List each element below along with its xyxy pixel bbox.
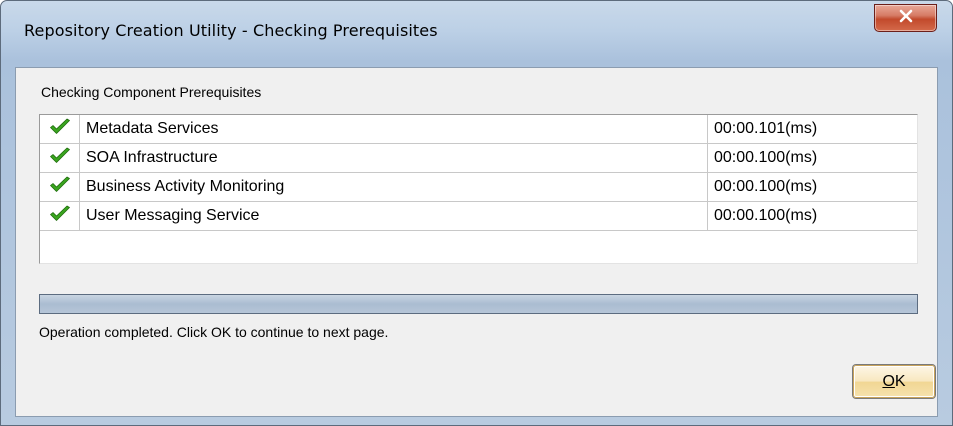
status-cell [40, 144, 80, 173]
status-cell [40, 173, 80, 202]
table-row[interactable]: Metadata Services 00:00.101(ms) [40, 115, 917, 144]
section-label: Checking Component Prerequisites [41, 84, 262, 100]
green-checkmark-icon [49, 147, 71, 170]
table-row[interactable]: Business Activity Monitoring 00:00.100(m… [40, 173, 917, 202]
ok-button[interactable]: OK [853, 365, 935, 398]
ok-label-rest: K [894, 372, 906, 390]
green-checkmark-icon [49, 176, 71, 199]
components-table: Metadata Services 00:00.101(ms) SOA Infr… [39, 114, 918, 264]
dialog-window: Repository Creation Utility - Checking P… [0, 0, 953, 426]
component-time: 00:00.101(ms) [707, 115, 917, 144]
component-name: Business Activity Monitoring [86, 178, 285, 195]
component-name: Metadata Services [86, 120, 219, 137]
window-title: Repository Creation Utility - Checking P… [24, 21, 438, 40]
green-checkmark-icon [49, 118, 71, 141]
status-cell [40, 202, 80, 231]
component-name: User Messaging Service [86, 207, 260, 224]
component-time: 00:00.100(ms) [707, 144, 917, 173]
component-name: SOA Infrastructure [86, 149, 218, 166]
status-message: Operation completed. Click OK to continu… [39, 324, 389, 340]
component-time: 00:00.100(ms) [707, 173, 917, 202]
table-row[interactable]: SOA Infrastructure 00:00.100(ms) [40, 144, 917, 173]
table-row[interactable]: User Messaging Service 00:00.100(ms) [40, 202, 917, 231]
close-x-icon [898, 8, 914, 29]
close-button[interactable] [874, 4, 937, 32]
dialog-body: Checking Component Prerequisites Metadat… [15, 67, 938, 417]
title-bar[interactable]: Repository Creation Utility - Checking P… [1, 1, 952, 67]
ok-mnemonic: O [882, 372, 895, 390]
status-cell [40, 115, 80, 144]
green-checkmark-icon [49, 205, 71, 228]
progress-bar [39, 294, 918, 314]
progress-bar-fill [40, 295, 917, 313]
component-time: 00:00.100(ms) [707, 202, 917, 231]
